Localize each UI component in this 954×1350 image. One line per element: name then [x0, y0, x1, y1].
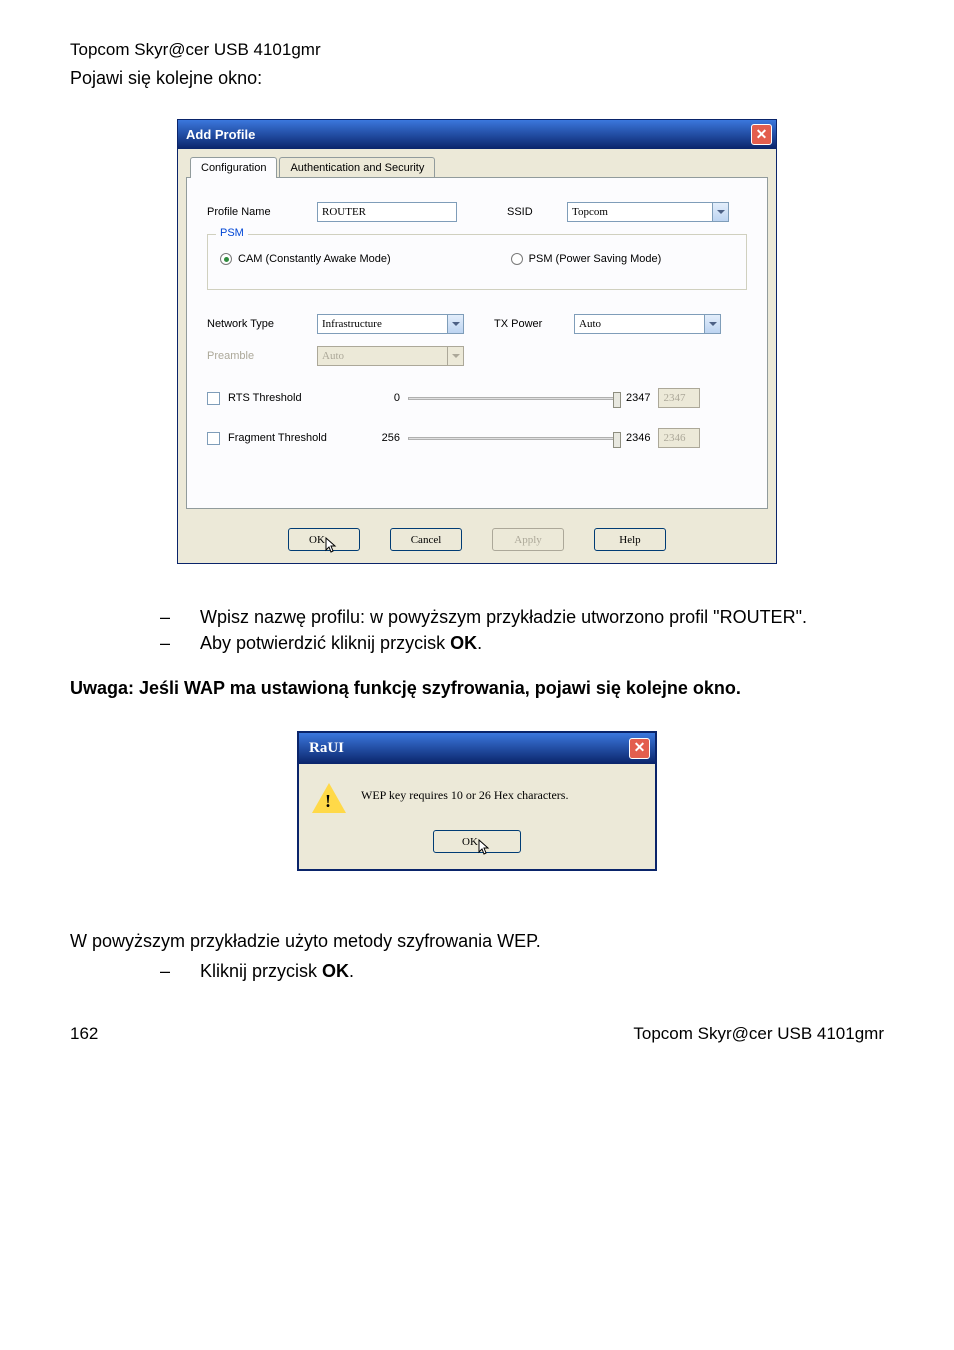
ssid-label: SSID: [507, 206, 567, 218]
psm-groupbox: PSM CAM (Constantly Awake Mode) PSM (Pow…: [207, 234, 747, 290]
preamble-dropdown-button: [447, 346, 464, 366]
radio-unselected-icon: [511, 253, 523, 265]
warning-icon: [313, 782, 345, 814]
rts-min: 0: [376, 392, 400, 404]
txpower-label: TX Power: [494, 318, 574, 330]
ok-button-label: OK: [309, 534, 325, 546]
rts-slider[interactable]: [408, 397, 618, 400]
rts-value: 2347: [658, 388, 700, 408]
intro-text: Pojawi się kolejne okno:: [70, 68, 884, 89]
cancel-button[interactable]: Cancel: [390, 528, 462, 551]
raui-alert-dialog: RaUI ✕ WEP key requires 10 or 26 Hex cha…: [297, 731, 657, 871]
slider-thumb-icon[interactable]: [613, 432, 621, 448]
psm-psm-label: PSM (Power Saving Mode): [529, 253, 662, 265]
instruction-list-1: Wpisz nazwę profilu: w powyższym przykła…: [160, 604, 884, 656]
network-type-select[interactable]: [317, 314, 447, 334]
psm-group-title: PSM: [216, 227, 248, 239]
header-product: Topcom Skyr@cer USB 4101gmr: [70, 40, 884, 60]
chevron-down-icon: [717, 210, 725, 214]
fragment-slider[interactable]: [408, 437, 618, 440]
profile-name-input[interactable]: [317, 202, 457, 222]
rts-max: 2347: [626, 392, 650, 404]
page-footer: 162 Topcom Skyr@cer USB 4101gmr: [70, 1024, 884, 1044]
network-type-label: Network Type: [207, 318, 317, 330]
body-text-2: W powyższym przykładzie użyto metody szy…: [70, 931, 884, 952]
psm-cam-label: CAM (Constantly Awake Mode): [238, 253, 391, 265]
apply-button: Apply: [492, 528, 564, 551]
close-icon[interactable]: ✕: [629, 738, 650, 759]
dialog-titlebar: Add Profile ✕: [178, 120, 776, 149]
ssid-input[interactable]: [567, 202, 712, 222]
alert-message: WEP key requires 10 or 26 Hex characters…: [361, 782, 568, 803]
fragment-min: 256: [376, 432, 400, 444]
rts-checkbox[interactable]: [207, 392, 220, 405]
rts-label: RTS Threshold: [228, 392, 368, 404]
psm-radio-psm[interactable]: PSM (Power Saving Mode): [511, 253, 662, 265]
tabbar: Configuration Authentication and Securit…: [178, 149, 776, 178]
alert-ok-button[interactable]: OK: [433, 830, 521, 853]
alert-ok-label: OK: [462, 836, 478, 848]
add-profile-dialog: Add Profile ✕ Configuration Authenticati…: [177, 119, 777, 564]
list-item: Wpisz nazwę profilu: w powyższym przykła…: [160, 604, 884, 630]
dialog-button-row: OK Cancel Apply Help: [178, 518, 776, 563]
txpower-select[interactable]: [574, 314, 704, 334]
ssid-dropdown-button[interactable]: [712, 202, 729, 222]
dialog-title: Add Profile: [186, 127, 255, 142]
list-item-text: Kliknij przycisk: [200, 961, 322, 981]
radio-selected-icon: [220, 253, 232, 265]
txpower-dropdown-button[interactable]: [704, 314, 721, 334]
instruction-list-2: Kliknij przycisk OK.: [160, 958, 884, 984]
fragment-checkbox[interactable]: [207, 432, 220, 445]
chevron-down-icon: [452, 322, 460, 326]
chevron-down-icon: [709, 322, 717, 326]
close-icon[interactable]: ✕: [751, 124, 772, 145]
fragment-value: 2346: [658, 428, 700, 448]
fragment-label: Fragment Threshold: [228, 432, 368, 444]
footer-product: Topcom Skyr@cer USB 4101gmr: [633, 1024, 884, 1044]
list-item-bold: OK: [450, 633, 477, 653]
tab-authentication[interactable]: Authentication and Security: [279, 157, 435, 178]
psm-radio-cam[interactable]: CAM (Constantly Awake Mode): [220, 253, 391, 265]
cursor-icon: [325, 537, 339, 555]
alert-titlebar: RaUI ✕: [299, 733, 655, 764]
list-item: Aby potwierdzić kliknij przycisk OK.: [160, 630, 884, 656]
note-text: Uwaga: Jeśli WAP ma ustawioną funkcję sz…: [70, 676, 884, 701]
cursor-icon: [478, 839, 492, 857]
tab-configuration[interactable]: Configuration: [190, 157, 277, 178]
preamble-select: [317, 346, 447, 366]
preamble-label: Preamble: [207, 350, 317, 362]
chevron-down-icon: [452, 354, 460, 358]
slider-thumb-icon[interactable]: [613, 392, 621, 408]
tab-panel: Profile Name SSID PSM CAM (Constantly Aw…: [186, 177, 768, 509]
list-item: Kliknij przycisk OK.: [160, 958, 884, 984]
ok-button[interactable]: OK: [288, 528, 360, 551]
network-type-dropdown-button[interactable]: [447, 314, 464, 334]
fragment-max: 2346: [626, 432, 650, 444]
alert-title: RaUI: [309, 740, 344, 757]
profile-name-label: Profile Name: [207, 206, 317, 218]
page-number: 162: [70, 1024, 98, 1044]
list-item-bold: OK: [322, 961, 349, 981]
help-button[interactable]: Help: [594, 528, 666, 551]
list-item-text: Aby potwierdzić kliknij przycisk: [200, 633, 450, 653]
